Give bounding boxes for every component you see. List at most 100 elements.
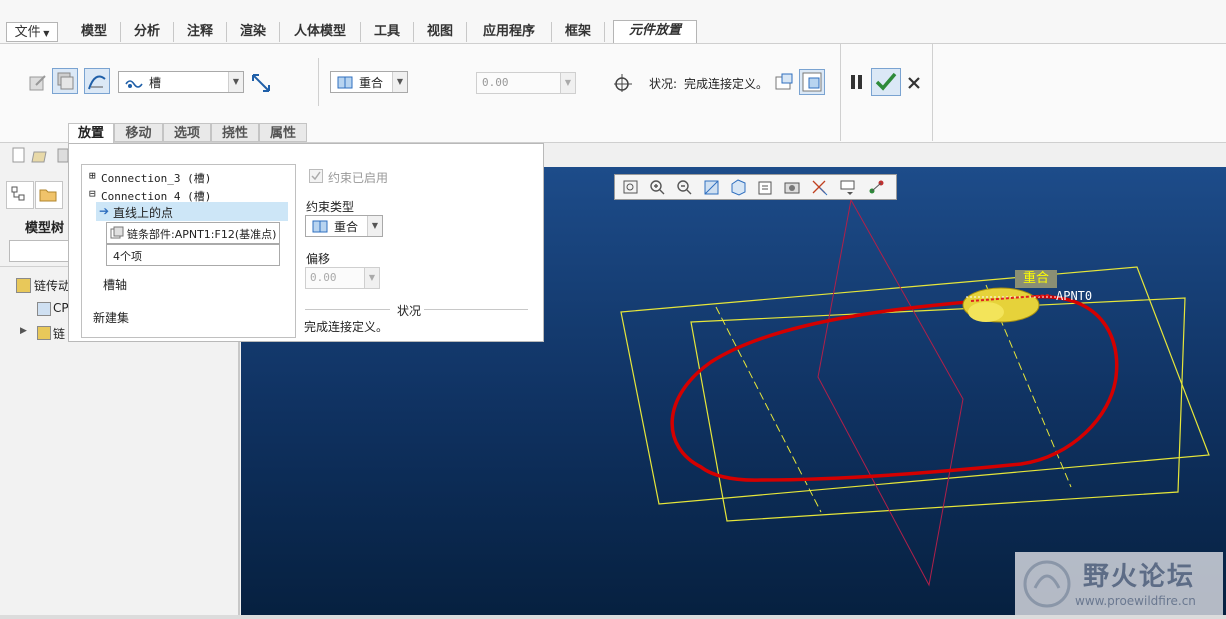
ribbon-separator: [840, 44, 841, 141]
subtab-move[interactable]: 移动: [114, 123, 163, 142]
tab-view[interactable]: 视图: [414, 22, 467, 42]
coincident-icon: [312, 220, 328, 233]
model-tree-label: 模型树: [25, 221, 65, 236]
ribbon-separator: [932, 44, 933, 141]
tab-applications[interactable]: 应用程序: [467, 22, 552, 42]
tree-item-root[interactable]: 链传动: [34, 277, 70, 294]
display-style-icon[interactable]: [729, 178, 749, 196]
pause-button[interactable]: [850, 75, 864, 91]
chain-link-detail: [968, 302, 1004, 322]
subtab-placement[interactable]: 放置: [68, 123, 114, 143]
chevron-down-icon: ▼: [228, 72, 243, 92]
annotation-display-icon[interactable]: [867, 178, 887, 196]
status-divider-right: [424, 309, 528, 310]
status-indicator-icon: [612, 72, 634, 94]
collapse-minus-icon[interactable]: ⊟: [89, 187, 96, 200]
tree-point-on-line-label: 直线上的点: [113, 206, 174, 220]
zoom-out-icon[interactable]: [675, 178, 695, 196]
saved-orientations-icon[interactable]: [756, 178, 776, 196]
status-label: 状况:: [649, 77, 678, 91]
new-set-link[interactable]: 新建集: [93, 309, 129, 326]
status-text: 完成连接定义。: [684, 77, 769, 91]
tab-tools[interactable]: 工具: [361, 22, 414, 42]
expand-arrow-icon[interactable]: ▶: [20, 326, 27, 336]
tab-framework[interactable]: 框架: [552, 22, 605, 42]
tab-component-placement[interactable]: 元件放置: [613, 20, 697, 44]
component-window-icon[interactable]: [799, 69, 825, 95]
offset-input[interactable]: 0.00 ▼: [305, 267, 380, 289]
file-menu-button[interactable]: 文件 ▼: [6, 22, 58, 42]
chevron-down-icon: ▼: [367, 216, 382, 236]
datum-point-label: APNT0: [1056, 289, 1093, 303]
subassembly-icon: [37, 326, 51, 340]
bottom-strip: [0, 615, 1226, 619]
offset-input-value: 0.00: [310, 271, 337, 284]
open-file-icon: [31, 151, 47, 163]
offset-combo[interactable]: 0.00 ▼: [476, 72, 576, 94]
constraint-type-combo[interactable]: 重合 ▼: [330, 71, 408, 93]
tab-render[interactable]: 渲染: [227, 22, 280, 42]
view-manager-icon[interactable]: [783, 178, 803, 196]
tab-annotation[interactable]: 注释: [174, 22, 227, 42]
assembly-window-icon[interactable]: [84, 68, 110, 94]
chevron-down-icon: ▼: [560, 73, 575, 93]
show-component-icon[interactable]: [772, 70, 798, 96]
constraint-type-label: 约束类型: [306, 200, 355, 214]
tree-item-cp[interactable]: CP: [53, 301, 69, 315]
model-tree-search-input[interactable]: [9, 240, 71, 262]
zoom-in-icon[interactable]: [648, 178, 668, 196]
subtab-properties[interactable]: 属性: [259, 123, 307, 142]
tab-manikin[interactable]: 人体模型: [280, 22, 361, 42]
reference-box-2[interactable]: 4个项: [106, 244, 280, 266]
constraint-tag[interactable]: 重合: [1015, 270, 1057, 288]
subtab-flexibility[interactable]: 挠性: [211, 123, 259, 142]
tree-item-chain[interactable]: 链: [53, 325, 65, 342]
constraint-enabled-checkbox[interactable]: [309, 169, 323, 183]
placement-panel: ⊞ Connection_3 (槽) ⊟ Connection_4 (槽) ➔ …: [68, 143, 544, 342]
file-menu-label: 文件: [14, 25, 41, 40]
folder-icon: [39, 189, 57, 202]
expand-plus-icon[interactable]: ⊞: [89, 169, 96, 182]
confirm-button[interactable]: [871, 68, 901, 96]
reference-1-text: 链条部件:APNT1:F12(基准点): [127, 228, 277, 241]
repaint-icon[interactable]: [702, 178, 722, 196]
coincident-icon: [337, 76, 353, 89]
check-icon: [311, 171, 321, 181]
user-defined-icon[interactable]: [25, 70, 51, 96]
status-divider-left: [305, 309, 390, 310]
connection-type-combo[interactable]: 槽 ▼: [118, 71, 244, 93]
tab-analysis[interactable]: 分析: [121, 22, 174, 42]
tree-connection-3[interactable]: Connection_3 (槽): [101, 170, 211, 186]
chevron-down-icon: ▼: [392, 72, 407, 92]
reference-2-text: 4个项: [113, 250, 142, 263]
cancel-button[interactable]: [906, 75, 922, 91]
model-tree-icon: [11, 186, 25, 201]
constraint-combo-value: 重合: [359, 76, 384, 90]
tree-slot-axis[interactable]: 槽轴: [103, 276, 127, 293]
tab-model[interactable]: 模型: [68, 22, 121, 42]
chain-path-curve: [670, 294, 1119, 482]
connection-type-value: 槽: [149, 76, 162, 90]
reference-box-1[interactable]: 链条部件:APNT1:F12(基准点): [106, 222, 280, 244]
constraint-type-select[interactable]: 重合 ▼: [305, 215, 383, 237]
slot-connection-icon: [125, 80, 143, 88]
refit-icon[interactable]: [621, 178, 641, 196]
tree-view-tab[interactable]: [6, 181, 34, 209]
new-file-icon: [12, 147, 25, 163]
subtab-options[interactable]: 选项: [163, 123, 211, 142]
datum-plane-outer: [620, 266, 1210, 505]
close-icon: [908, 77, 920, 89]
watermark-title: 野火论坛: [1083, 562, 1196, 592]
constraint-enabled-label: 约束已启用: [328, 171, 389, 185]
quick-access-toolbar: [10, 146, 69, 164]
datum-plane-vertical: [817, 198, 964, 587]
folder-browser-tab[interactable]: [35, 181, 63, 209]
spin-center-icon[interactable]: [839, 178, 859, 196]
part-icon: [37, 302, 51, 316]
panel-status-text: 完成连接定义。: [304, 320, 389, 334]
datum-display-icon[interactable]: [810, 178, 830, 196]
separate-window-icon[interactable]: [52, 68, 78, 94]
component-ref-icon: [110, 226, 124, 239]
watermark-logo-icon: [1023, 560, 1071, 608]
flip-icon[interactable]: [248, 70, 274, 96]
